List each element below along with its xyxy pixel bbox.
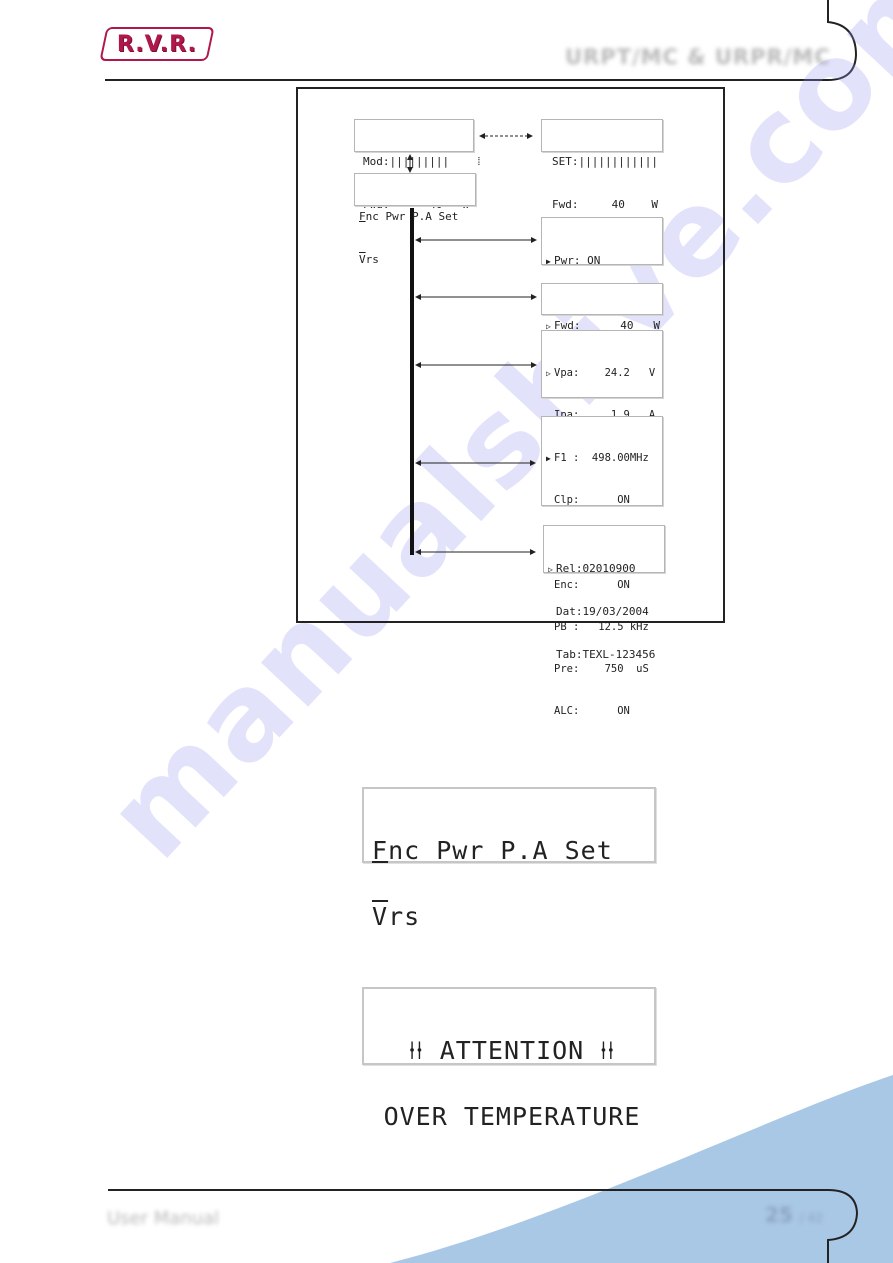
- menu-display-large: Fnc Pwr P.A Set Vrs: [362, 787, 656, 931]
- page-number: 25 / 42: [765, 1203, 823, 1227]
- menu-hotkey-v: V: [359, 253, 366, 266]
- cursor-filled-icon: ▶: [546, 454, 551, 463]
- footer-manual-label: User Manual: [107, 1208, 220, 1229]
- footer-rule: [108, 1189, 859, 1263]
- document-title: URPT/MC & URPR/MC: [565, 45, 831, 69]
- cursor-filled-icon: ▶: [546, 257, 551, 266]
- menu-line-1: nc Pwr P.A Set: [365, 210, 459, 223]
- submenu-version-display: ▷ Rel:02010900 Dat:19/03/2004 Tab:TEXL-12…: [543, 525, 665, 660]
- set-display: SET:|||||||||||| Fwd: 40 W: [541, 119, 663, 210]
- submenu-settings-display: ▶F1 : 498.00MHz Clp: ON Aux: OFF Enc: ON…: [541, 416, 663, 716]
- alarm-display: ⍿⍿ ATTENTION ⍿⍿ OVER TEMPERATURE: [362, 987, 656, 1131]
- submenu-row: Clp: ON: [554, 494, 630, 507]
- alarm-line-1: ⍿⍿ ATTENTION ⍿⍿: [408, 1036, 616, 1065]
- set-display-line-1: SET:||||||||||||: [552, 155, 658, 168]
- menu-hotkey-f-large: F: [372, 836, 389, 865]
- main-display: Mod:||||||||| ⁞ Fwd: 40 W: [354, 119, 482, 210]
- submenu-pa-display: ▷Vpa: 24.2 V Ipa: 1.9 A Eff: 55 % Tmp: 2…: [541, 330, 663, 547]
- submenu-function-display: ▶Pwr: ON Mod: x10 Typ: Transm: [541, 217, 663, 352]
- cursor-hollow-icon: ▷: [548, 565, 553, 574]
- alarm-line-2: OVER TEMPERATURE: [383, 1102, 641, 1131]
- menu-display: Fnc Pwr P.A Set Vrs: [354, 173, 476, 265]
- submenu-row: Pwr: ON: [554, 254, 601, 267]
- menu-large-line-2: rs: [388, 902, 421, 931]
- submenu-row: Vpa: 24.2 V: [554, 367, 656, 379]
- set-display-line-2: Fwd: 40 W: [552, 198, 658, 211]
- submenu-row: F1 : 498.00MHz: [554, 452, 649, 464]
- page-current: 25: [765, 1203, 793, 1227]
- submenu-power-display: ▷Fwd: 40 W Rfl: 12 W: [541, 283, 663, 374]
- cursor-hollow-icon: ▷: [546, 369, 551, 378]
- rvr-logo: R.V.R.: [99, 27, 215, 61]
- submenu-row: Rel:02010900: [556, 562, 636, 575]
- menu-large-line-1: nc Pwr P.A Set: [388, 836, 613, 865]
- page-total: / 42: [799, 1211, 823, 1225]
- menu-line-2: rs: [365, 253, 379, 266]
- main-display-line-1: Mod:||||||||| ⁞: [363, 155, 483, 168]
- submenu-row: Dat:19/03/2004: [556, 605, 649, 618]
- menu-hotkey-v-large: V: [372, 902, 389, 931]
- menu-hotkey-f: F: [359, 210, 366, 223]
- submenu-row: Tab:TEXL-123456: [556, 648, 656, 661]
- logo-text: R.V.R.: [117, 31, 197, 57]
- submenu-row: ALC: ON: [554, 705, 630, 718]
